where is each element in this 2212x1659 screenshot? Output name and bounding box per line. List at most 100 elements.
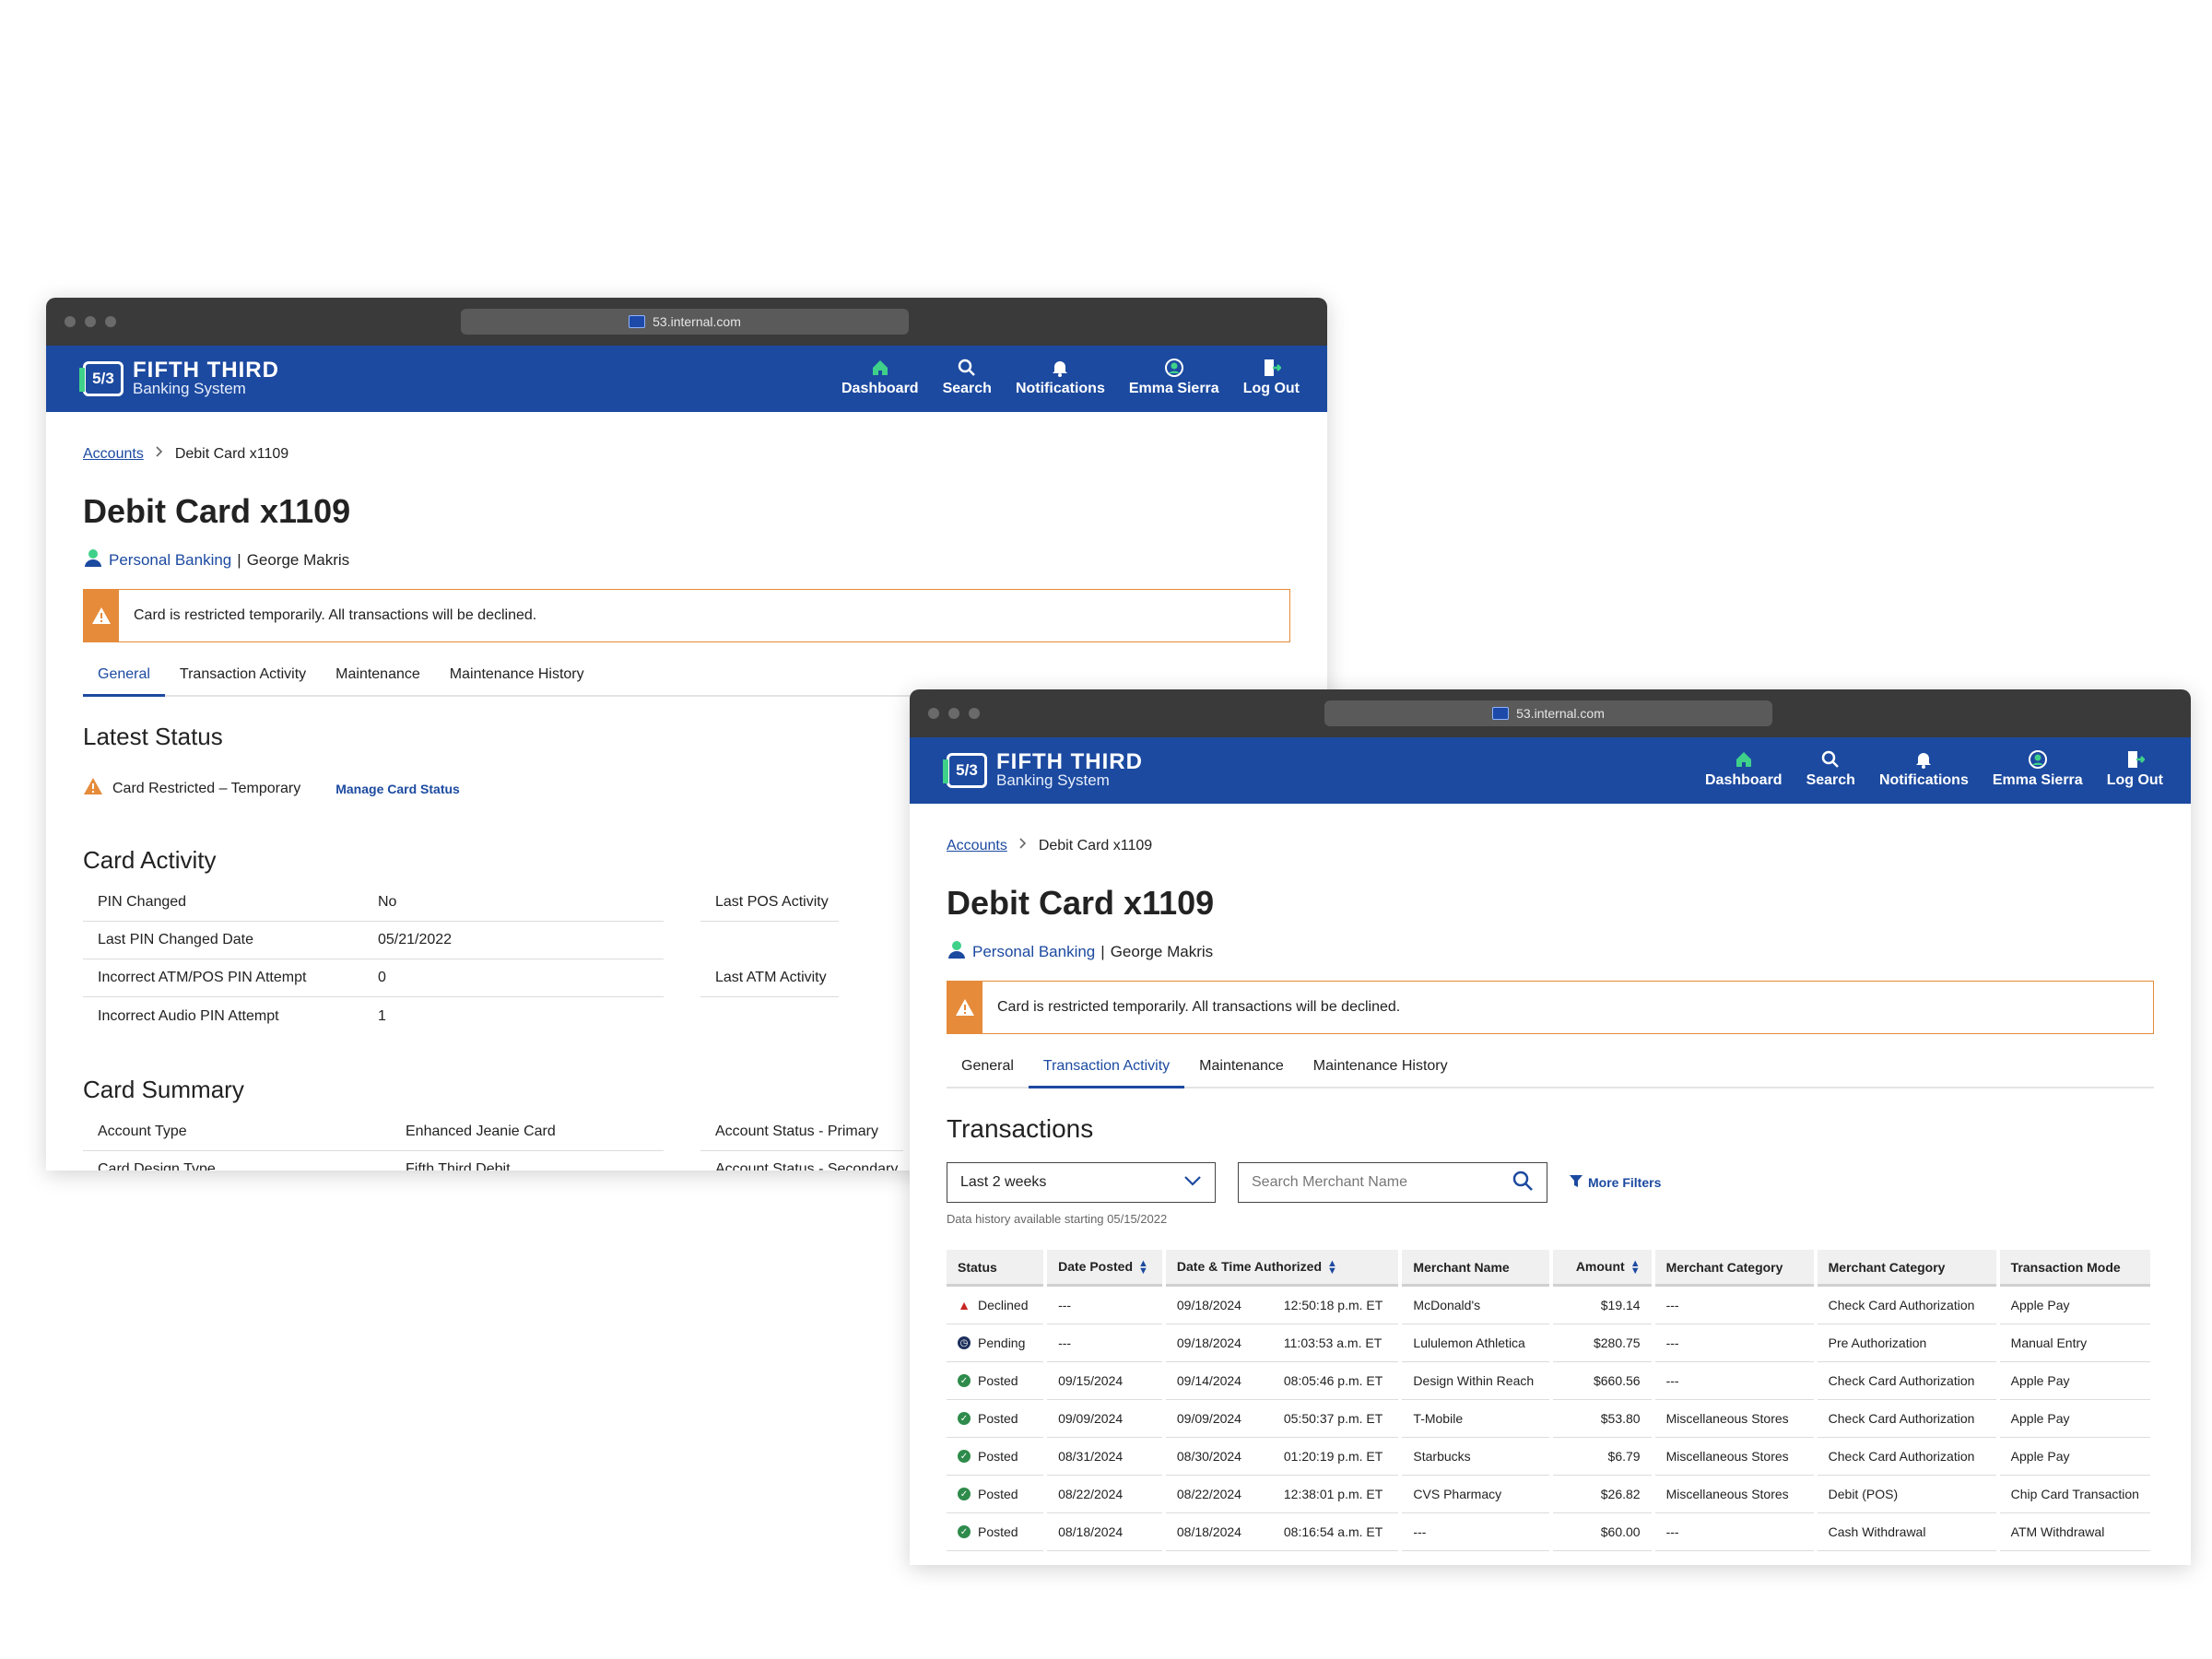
bell-icon xyxy=(1913,747,1934,772)
nav-label: Notifications xyxy=(1878,772,1969,788)
filter-icon xyxy=(1570,1174,1583,1191)
minimize-dot[interactable] xyxy=(85,316,96,327)
restriction-alert: Card is restricted temporarily. All tran… xyxy=(83,589,1290,642)
maximize-dot[interactable] xyxy=(969,708,980,719)
col-date-time-authorized[interactable]: Date & Time Authorized ▲ ▼ xyxy=(1165,1250,1399,1287)
nav-logout[interactable]: Log Out xyxy=(2107,747,2163,789)
table-row[interactable]: ✓ Posted 09/09/2024 09/09/2024 05:50:37 p.m.… xyxy=(947,1400,2150,1438)
chevron-right-icon xyxy=(155,445,164,463)
breadcrumb-current: Debit Card x1109 xyxy=(174,445,289,462)
cell-date-time-authorized: 09/18/2024 12:50:18 p.m. ET xyxy=(1165,1287,1399,1324)
cell-merchant-category-2: Check Card Authorization xyxy=(1817,1362,1996,1400)
tab-maintenance-history[interactable]: Maintenance History xyxy=(1299,1058,1463,1087)
browser-window-transactions: 53.internal.com 5/3 FIFTH THIRD Banking … xyxy=(910,689,2191,1565)
nav-profile[interactable]: Emma Sierra xyxy=(1129,355,1219,397)
cell-merchant-category: --- xyxy=(1654,1324,1814,1362)
nav-notifications[interactable]: Notifications xyxy=(1879,747,1969,789)
address-bar[interactable]: 53.internal.com xyxy=(1324,700,1772,726)
browser-chrome: 53.internal.com xyxy=(46,298,1327,346)
close-dot[interactable] xyxy=(65,316,76,327)
cell-date-posted: --- xyxy=(1047,1287,1162,1324)
nav-profile[interactable]: Emma Sierra xyxy=(1993,747,2083,789)
table-row[interactable]: ▲ Declined --- 09/18/2024 12:50:18 p.m. ET Mc… xyxy=(947,1287,2150,1324)
table-row[interactable]: ✓ Posted 08/18/2024 08/18/2024 08:16:54 a.m.… xyxy=(947,1513,2150,1551)
address-bar[interactable]: 53.internal.com xyxy=(461,309,909,335)
tab-transaction-activity[interactable]: Transaction Activity xyxy=(165,666,321,695)
nav-label: Search xyxy=(1806,772,1855,788)
tab-maintenance[interactable]: Maintenance xyxy=(1184,1058,1299,1087)
personal-banking-link[interactable]: Personal Banking xyxy=(972,943,1095,961)
table-row[interactable]: ◷ Pending --- 09/18/2024 11:03:53 a.m. ET Lul… xyxy=(947,1324,2150,1362)
auth-time: 05:50:37 p.m. ET xyxy=(1283,1411,1383,1426)
date-range-select[interactable]: Last 2 weeks xyxy=(947,1162,1216,1203)
history-note: Data history available starting 05/15/20… xyxy=(947,1212,1168,1226)
date-range-value: Last 2 weeks xyxy=(960,1174,1047,1190)
page-title: Debit Card x1109 xyxy=(947,884,1215,922)
auth-date: 09/14/2024 xyxy=(1176,1373,1241,1388)
cell-amount: $26.82 xyxy=(1553,1476,1652,1513)
nav-search[interactable]: Search xyxy=(1806,747,1855,789)
user-avatar-icon xyxy=(2028,747,2048,772)
person-icon xyxy=(947,939,967,964)
nav-search[interactable]: Search xyxy=(943,355,992,397)
sort-icon[interactable]: ▲ ▼ xyxy=(1630,1259,1641,1277)
main-nav: Dashboard Search Notifications Emma Sier… xyxy=(1705,747,2163,789)
breadcrumb: Accounts Debit Card x1109 xyxy=(947,837,2154,854)
minimize-dot[interactable] xyxy=(948,708,959,719)
manage-card-status-link[interactable]: Manage Card Status xyxy=(335,782,460,796)
card-summary-value: Enhanced Jeanie Card xyxy=(406,1113,664,1151)
cell-merchant-name: Lululemon Athletica xyxy=(1402,1324,1550,1362)
search-icon[interactable] xyxy=(1512,1170,1534,1196)
browser-chrome: 53.internal.com xyxy=(910,689,2191,737)
pending-clock-icon: ◷ xyxy=(958,1336,971,1349)
col-status: Status xyxy=(947,1250,1044,1287)
cell-amount: $60.00 xyxy=(1553,1513,1652,1551)
cell-transaction-mode: Apple Pay xyxy=(1999,1362,2150,1400)
tab-maintenance-history[interactable]: Maintenance History xyxy=(435,666,599,695)
warning-icon xyxy=(83,777,103,800)
fifth-third-logo-icon: 5/3 xyxy=(943,753,987,788)
cell-date-time-authorized: 09/14/2024 08:05:46 p.m. ET xyxy=(1165,1362,1399,1400)
cell-merchant-category-2: Check Card Authorization xyxy=(1817,1438,1996,1476)
brand-logo[interactable]: 5/3 FIFTH THIRD Banking System xyxy=(943,751,1143,789)
brand-logo[interactable]: 5/3 FIFTH THIRD Banking System xyxy=(79,359,279,397)
cell-status: ✓ Posted xyxy=(947,1362,1044,1400)
sort-icon[interactable]: ▲ ▼ xyxy=(1327,1259,1337,1277)
alert-message: Card is restricted temporarily. All tran… xyxy=(997,999,1401,1015)
nav-logout[interactable]: Log Out xyxy=(1243,355,1300,397)
maximize-dot[interactable] xyxy=(105,316,116,327)
card-activity-value: No xyxy=(378,884,664,922)
cell-amount: $19.14 xyxy=(1553,1287,1652,1324)
cell-date-posted: 09/15/2024 xyxy=(1047,1362,1162,1400)
auth-date: 08/22/2024 xyxy=(1176,1487,1241,1501)
tab-general[interactable]: General xyxy=(83,666,165,697)
table-row[interactable]: ✓ Posted 08/22/2024 08/22/2024 12:38:01 p.m.… xyxy=(947,1476,2150,1513)
user-avatar-icon xyxy=(1164,355,1184,381)
tab-maintenance[interactable]: Maintenance xyxy=(321,666,435,695)
breadcrumb-accounts-link[interactable]: Accounts xyxy=(947,838,1007,854)
status-text: Declined xyxy=(978,1298,1029,1312)
tab-transaction-activity[interactable]: Transaction Activity xyxy=(1028,1058,1185,1088)
table-row[interactable]: ✓ Posted 09/15/2024 09/14/2024 08:05:46 p.m.… xyxy=(947,1362,2150,1400)
table-row[interactable]: ✓ Posted 08/31/2024 08/30/2024 01:20:19 p.m.… xyxy=(947,1438,2150,1476)
more-filters-label: More Filters xyxy=(1588,1175,1662,1190)
nav-dashboard[interactable]: Dashboard xyxy=(841,355,919,397)
cell-date-posted: 09/09/2024 xyxy=(1047,1400,1162,1438)
personal-banking-link[interactable]: Personal Banking xyxy=(109,551,231,570)
nav-dashboard[interactable]: Dashboard xyxy=(1705,747,1783,789)
cell-amount: $280.75 xyxy=(1553,1324,1652,1362)
sort-icon[interactable]: ▲ ▼ xyxy=(1138,1259,1148,1277)
status-text: Posted xyxy=(978,1487,1018,1501)
tab-general[interactable]: General xyxy=(947,1058,1029,1087)
cell-amount: $6.79 xyxy=(1553,1438,1652,1476)
close-dot[interactable] xyxy=(928,708,939,719)
nav-notifications[interactable]: Notifications xyxy=(1016,355,1105,397)
merchant-search-input[interactable]: Search Merchant Name xyxy=(1238,1162,1547,1203)
cell-merchant-category: Miscellaneous Stores xyxy=(1654,1438,1814,1476)
col-amount[interactable]: Amount ▲ ▼ xyxy=(1553,1250,1652,1287)
breadcrumb-accounts-link[interactable]: Accounts xyxy=(83,446,144,463)
cell-date-time-authorized: 09/18/2024 11:03:53 a.m. ET xyxy=(1165,1324,1399,1362)
cell-status: ✓ Posted xyxy=(947,1400,1044,1438)
col-date-posted[interactable]: Date Posted ▲ ▼ xyxy=(1047,1250,1162,1287)
more-filters-button[interactable]: More Filters xyxy=(1570,1174,1662,1191)
